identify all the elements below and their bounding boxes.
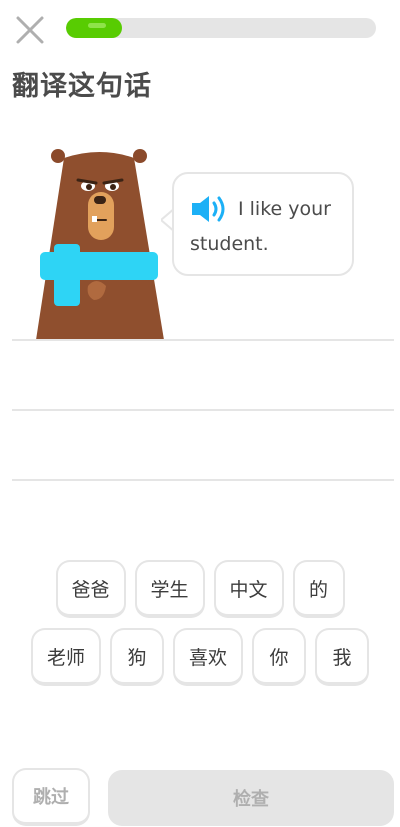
word-chip-laoshi[interactable]: 老师 [31, 628, 101, 686]
bear-character-illustration [36, 149, 164, 340]
progress-highlight [88, 23, 106, 28]
word-chip-zhongwen[interactable]: 中文 [213, 560, 284, 618]
word-chip-wo[interactable]: 我 [315, 628, 369, 686]
answer-line-3 [12, 479, 394, 481]
prompt-sentence: I like your student. [190, 198, 331, 255]
page-title: 翻译这句话 [12, 71, 152, 102]
word-chip-xuesheng[interactable]: 学生 [134, 560, 205, 618]
word-chip-xihuan[interactable]: 喜欢 [173, 628, 243, 686]
answer-line-2 [12, 409, 394, 411]
word-chip-de[interactable]: 的 [292, 560, 345, 618]
progress-bar [66, 18, 376, 38]
word-chip-baba[interactable]: 爸爸 [55, 560, 126, 618]
word-bank-row-1: 爸爸 学生 中文 的 [0, 560, 400, 618]
answer-line-1 [12, 339, 394, 341]
progress-fill [66, 18, 122, 38]
close-button[interactable] [14, 14, 46, 46]
word-chip-ni[interactable]: 你 [252, 628, 306, 686]
check-button[interactable]: 检查 [108, 770, 394, 826]
close-icon [16, 16, 44, 44]
word-bank-row-2: 老师 狗 喜欢 你 我 [0, 628, 400, 686]
skip-button[interactable]: 跳过 [12, 768, 90, 826]
word-chip-gou[interactable]: 狗 [110, 628, 164, 686]
